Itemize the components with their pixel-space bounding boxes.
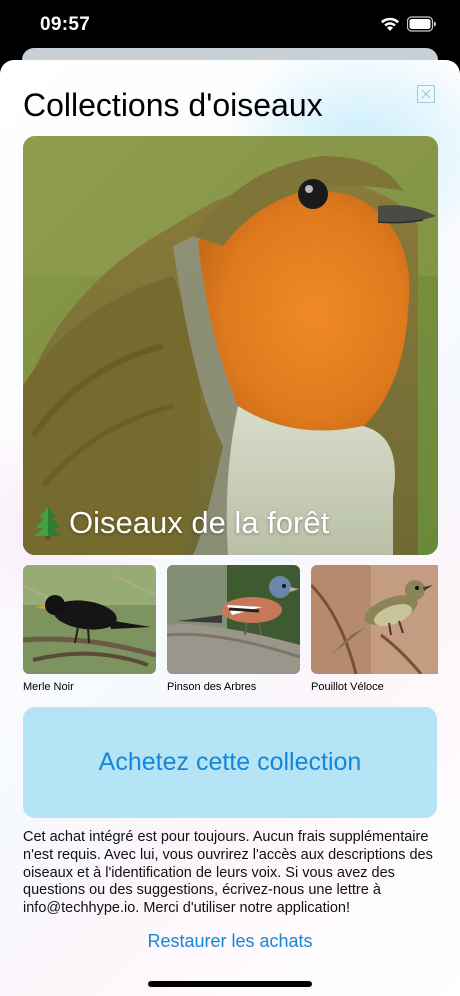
evergreen-tree-icon <box>34 507 62 540</box>
status-time: 09:57 <box>40 14 91 35</box>
status-bar: 09:57 <box>0 0 460 50</box>
bird-thumbnail-image <box>167 565 300 674</box>
collection-name-label: Oiseaux de la forêt <box>69 505 330 540</box>
collection-sheet: Collections d'oiseaux Oiseaux de la forê… <box>0 60 460 996</box>
bird-card[interactable]: Merle Noir <box>23 565 157 693</box>
bird-name: Merle Noir <box>23 681 74 693</box>
wifi-icon <box>381 17 399 31</box>
purchase-description: Cet achat intégré est pour toujours. Auc… <box>23 829 433 917</box>
bird-name: Pouillot Véloce <box>311 681 384 693</box>
collection-name: Oiseaux de la forêt <box>33 505 329 541</box>
battery-icon <box>407 16 436 32</box>
close-icon <box>421 89 431 99</box>
bird-thumbnails: Merle Noir Pinson des Arbres Pouillot Vé… <box>23 565 438 700</box>
buy-collection-button[interactable]: Achetez cette collection <box>23 707 437 818</box>
home-indicator[interactable] <box>148 981 312 987</box>
close-button[interactable] <box>417 85 435 103</box>
bird-card[interactable]: Pouillot Véloce <box>311 565 438 693</box>
restore-purchases-link[interactable]: Restaurer les achats <box>0 931 460 952</box>
bird-card[interactable]: Pinson des Arbres <box>167 565 301 693</box>
page-title: Collections d'oiseaux <box>23 87 323 123</box>
collection-hero-image[interactable]: Oiseaux de la forêt <box>23 136 438 555</box>
bird-thumbnail-image <box>23 565 156 674</box>
robin-photo <box>23 136 438 555</box>
bird-name: Pinson des Arbres <box>167 681 257 693</box>
bird-thumbnail-image <box>311 565 438 674</box>
